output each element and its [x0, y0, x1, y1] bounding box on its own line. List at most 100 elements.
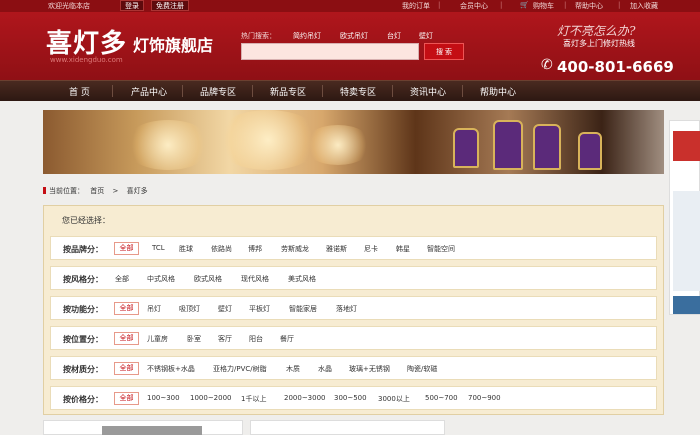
- chair-image: [578, 132, 602, 170]
- logo-main[interactable]: 喜灯多: [46, 23, 127, 60]
- filter-option[interactable]: 博邦: [248, 244, 262, 254]
- filter-row-price: 按价格分： 全部 100~300 1000~2000 1千以上 2000~300…: [50, 386, 657, 410]
- bookmark-link[interactable]: 加入收藏: [630, 1, 658, 11]
- hot-search-link[interactable]: 欧式吊灯: [340, 31, 368, 41]
- breadcrumb-home[interactable]: 首页: [90, 187, 104, 195]
- filter-row-label: 按价格分：: [63, 395, 103, 404]
- divider: |: [618, 1, 621, 9]
- nav-divider: [392, 85, 393, 97]
- filter-option-all[interactable]: 全部: [114, 392, 139, 405]
- filter-row-position: 按位置分： 全部 儿童房 卧室 客厅 阳台 餐厅: [50, 326, 657, 350]
- filter-row-function: 按功能分： 全部 吊灯 吸顶灯 壁灯 平板灯 智能家居 落地灯: [50, 296, 657, 320]
- filter-option[interactable]: 木质: [286, 364, 300, 374]
- filter-option[interactable]: 吊灯: [147, 304, 161, 314]
- filter-option[interactable]: 吸顶灯: [179, 304, 200, 314]
- filter-option-all[interactable]: 全部: [115, 274, 129, 284]
- header: 喜灯多 灯饰旗舰店 www.xidengduo.com 热门搜索： 简约吊灯 欧…: [0, 12, 700, 80]
- filter-option[interactable]: 韩星: [396, 244, 410, 254]
- filter-option[interactable]: 儿童房: [147, 334, 168, 344]
- filter-option[interactable]: 劳斯威龙: [281, 244, 309, 254]
- filter-option[interactable]: 不锈钢板+水晶: [147, 364, 195, 374]
- filter-option[interactable]: 卧室: [187, 334, 201, 344]
- filter-option[interactable]: 落地灯: [336, 304, 357, 314]
- filter-option[interactable]: 平板灯: [249, 304, 270, 314]
- filter-option[interactable]: 依路尚: [211, 244, 232, 254]
- nav-home[interactable]: 首 页: [69, 85, 90, 98]
- product-card[interactable]: [43, 420, 243, 435]
- search-input[interactable]: [241, 43, 419, 60]
- filter-option[interactable]: 现代风格: [241, 274, 269, 284]
- hot-search-link[interactable]: 简约吊灯: [293, 31, 321, 41]
- nav-divider: [322, 85, 323, 97]
- filter-option[interactable]: 客厅: [218, 334, 232, 344]
- filter-option[interactable]: 美式风格: [288, 274, 316, 284]
- filter-option[interactable]: 陶瓷/软磁: [407, 364, 437, 374]
- divider: |: [500, 1, 503, 9]
- filter-option[interactable]: 尼卡: [364, 244, 378, 254]
- product-card[interactable]: [250, 420, 445, 435]
- filter-option[interactable]: 玻璃+无锈钢: [349, 364, 390, 374]
- main-nav: 首 页 产品中心 品牌专区 新品专区 特卖专区 资讯中心 帮助中心: [0, 80, 700, 101]
- cart-link[interactable]: 购物车: [533, 1, 554, 11]
- filter-panel: 您已经选择： 按品牌分： 全部 TCL 胜球 依路尚 博邦 劳斯威龙 雅诺斯 尼…: [43, 205, 664, 415]
- divider: |: [438, 1, 441, 9]
- chandelier-glow: [303, 125, 373, 165]
- register-button[interactable]: 免费注册: [151, 0, 189, 11]
- logo-sub: 灯饰旗舰店: [133, 36, 214, 55]
- my-orders-link[interactable]: 我的订单: [402, 1, 430, 11]
- nav-products[interactable]: 产品中心: [131, 85, 167, 98]
- filter-option[interactable]: 智能空间: [427, 244, 455, 254]
- filter-option[interactable]: TCL: [152, 244, 165, 252]
- login-button[interactable]: 登录: [120, 0, 144, 11]
- nav-help[interactable]: 帮助中心: [480, 85, 516, 98]
- filter-option[interactable]: 2000~3000: [284, 394, 326, 402]
- nav-new[interactable]: 新品专区: [270, 85, 306, 98]
- nav-news[interactable]: 资讯中心: [410, 85, 446, 98]
- hot-search-link[interactable]: 台灯: [387, 31, 401, 41]
- hot-search-link[interactable]: 壁灯: [419, 31, 433, 41]
- slogan: 灯不亮怎么办?: [557, 24, 636, 38]
- nav-divider: [462, 85, 463, 97]
- filter-option[interactable]: 欧式风格: [194, 274, 222, 284]
- filter-option-all[interactable]: 全部: [114, 242, 139, 255]
- filter-option-all[interactable]: 全部: [114, 302, 139, 315]
- filter-option[interactable]: 1000~2000: [190, 394, 232, 402]
- cart-icon[interactable]: 🛒: [520, 1, 529, 9]
- filter-option[interactable]: 中式风格: [147, 274, 175, 284]
- filter-option[interactable]: 500~700: [425, 394, 458, 402]
- filter-option[interactable]: 3000以上: [378, 394, 410, 404]
- filter-option[interactable]: 餐厅: [280, 334, 294, 344]
- nav-brands[interactable]: 品牌专区: [200, 85, 236, 98]
- filter-option[interactable]: 阳台: [249, 334, 263, 344]
- breadcrumb-current: 喜灯多: [126, 187, 148, 195]
- filter-option[interactable]: 水晶: [318, 364, 332, 374]
- side-ad[interactable]: [669, 120, 700, 315]
- chair-image: [533, 124, 561, 170]
- filter-option[interactable]: 胜球: [179, 244, 193, 254]
- help-center-link[interactable]: 帮助中心: [575, 1, 603, 11]
- filter-option[interactable]: 300~500: [334, 394, 367, 402]
- filter-option[interactable]: 700~900: [468, 394, 501, 402]
- top-bar: 欢迎光临本店 登录 免费注册 我的订单 | 会员中心 | 🛒 购物车 | 帮助中…: [0, 0, 700, 12]
- side-ad-image: [673, 296, 700, 314]
- filter-option[interactable]: 1千以上: [241, 394, 266, 404]
- filter-option[interactable]: 亚格力/PVC/树脂: [213, 364, 267, 374]
- nav-divider: [112, 85, 113, 97]
- filter-option[interactable]: 壁灯: [218, 304, 232, 314]
- search-button[interactable]: 搜 索: [424, 43, 464, 60]
- divider: |: [564, 1, 567, 9]
- filter-option[interactable]: 100~300: [147, 394, 180, 402]
- nav-sale[interactable]: 特卖专区: [340, 85, 376, 98]
- filter-option[interactable]: 智能家居: [289, 304, 317, 314]
- filter-row-label: 按位置分：: [63, 335, 103, 344]
- promo-banner[interactable]: [43, 110, 664, 174]
- member-center-link[interactable]: 会员中心: [460, 1, 488, 11]
- filter-row-label: 按功能分：: [63, 305, 103, 314]
- filter-option-all[interactable]: 全部: [114, 362, 139, 375]
- chair-image: [493, 120, 523, 170]
- breadcrumb-label: 当前位置：: [49, 187, 84, 195]
- side-ad-image: [673, 131, 700, 161]
- filter-option[interactable]: 雅诺斯: [326, 244, 347, 254]
- welcome-text: 欢迎光临本店: [48, 2, 90, 10]
- filter-option-all[interactable]: 全部: [114, 332, 139, 345]
